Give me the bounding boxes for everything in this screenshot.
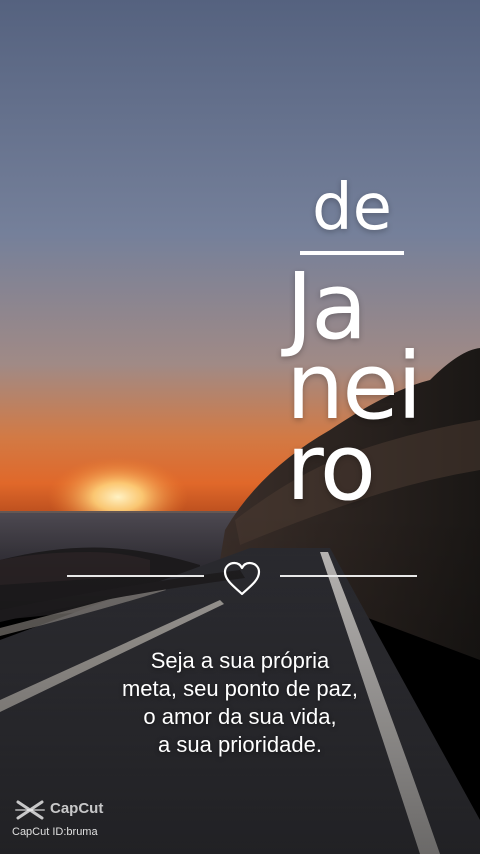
quote-line: a sua prioridade.: [158, 732, 322, 757]
divider-left: [67, 575, 204, 577]
quote-line: Seja a sua própria: [150, 648, 330, 673]
heart-icon: [223, 561, 261, 596]
capcut-logo-icon: [15, 800, 45, 820]
story-slide: de Ja nei ro Seja a sua própria meta, se…: [0, 0, 480, 854]
divider-right: [280, 575, 417, 577]
title-prefix: de: [312, 171, 392, 245]
quote-line: o amor da sua vida,: [143, 704, 337, 729]
quote-text: Seja a sua própria meta, seu ponto de pa…: [40, 647, 440, 759]
watermark-id: CapCut ID:bruma: [12, 826, 98, 838]
title-line-3: ro: [286, 414, 376, 521]
quote-line: meta, seu ponto de paz,: [121, 676, 359, 701]
capcut-watermark: CapCut CapCut ID:bruma: [12, 798, 152, 848]
watermark-brand: CapCut: [50, 800, 104, 817]
